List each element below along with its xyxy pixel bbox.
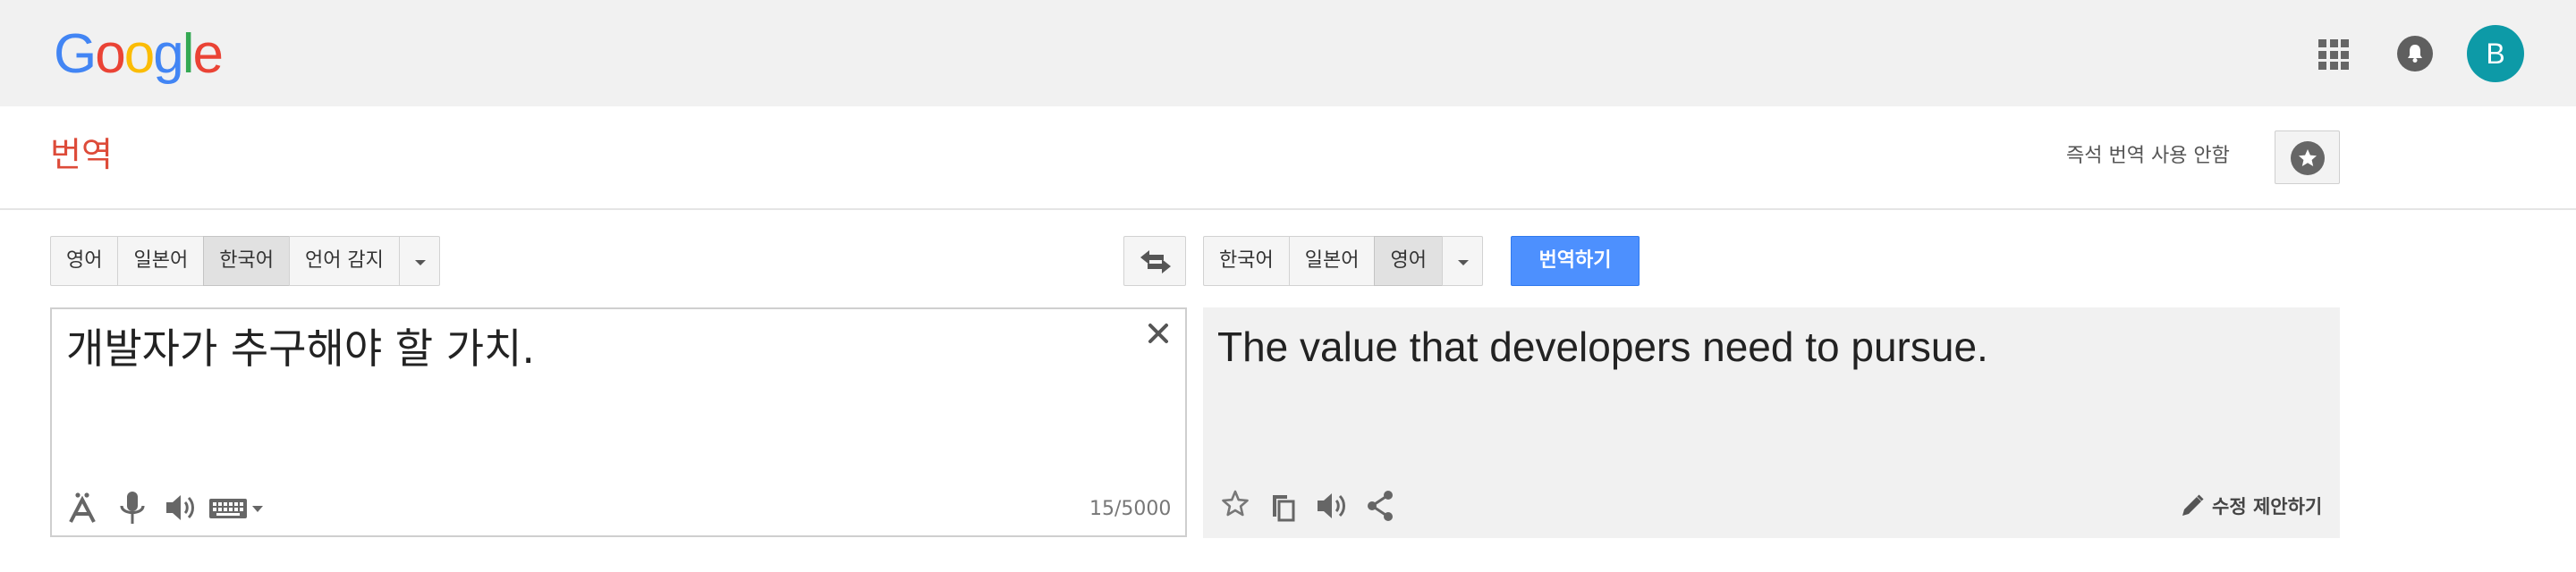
target-lang-korean[interactable]: 한국어 — [1203, 236, 1290, 286]
speaker-icon[interactable] — [1314, 486, 1350, 526]
source-lang-korean[interactable]: 한국어 — [203, 236, 290, 286]
logo-letter: e — [192, 23, 224, 85]
copy-icon[interactable] — [1267, 486, 1300, 526]
top-bar: Google B — [0, 0, 2576, 106]
logo-letter: o — [123, 23, 156, 85]
header-divider — [0, 208, 2576, 210]
apps-grid-icon[interactable] — [2318, 39, 2349, 70]
translated-text: The value that developers need to pursue… — [1217, 324, 1988, 370]
chevron-down-icon — [414, 260, 426, 265]
target-language-bar: 한국어 일본어 영어 — [1203, 236, 1483, 286]
saved-phrases-button[interactable] — [2275, 130, 2340, 184]
close-icon[interactable] — [1145, 320, 1172, 347]
instant-translation-toggle[interactable]: 즉석 번역 사용 안함 — [2066, 143, 2230, 170]
source-lang-dropdown[interactable] — [398, 236, 440, 286]
logo-letter: l — [182, 23, 195, 85]
logo-letter: g — [153, 23, 184, 85]
character-count: 15/5000 — [1089, 498, 1172, 520]
page-title: 번역 — [50, 135, 113, 174]
share-icon[interactable] — [1364, 486, 1396, 526]
keyboard-icon[interactable] — [208, 488, 270, 527]
target-lang-english[interactable]: 영어 — [1374, 236, 1443, 286]
speaker-icon[interactable] — [163, 488, 199, 527]
logo-letter: G — [54, 23, 97, 85]
source-text-area[interactable]: 개발자가 추구해야 할 가치. 15/5000 — [50, 307, 1187, 537]
microphone-icon[interactable] — [116, 488, 148, 527]
bell-icon[interactable] — [2397, 36, 2433, 72]
google-logo[interactable]: Google — [54, 23, 224, 85]
target-lang-dropdown[interactable] — [1441, 236, 1483, 286]
swap-languages-icon — [1140, 250, 1171, 273]
source-lang-detect[interactable]: 언어 감지 — [288, 236, 400, 286]
swap-languages-button[interactable] — [1123, 236, 1186, 286]
pencil-icon — [2182, 494, 2204, 516]
source-language-bar: 영어 일본어 한국어 언어 감지 — [50, 236, 440, 286]
avatar[interactable]: B — [2467, 25, 2524, 82]
font-icon[interactable] — [68, 488, 100, 527]
star-outline-icon[interactable] — [1219, 486, 1251, 526]
source-text[interactable]: 개발자가 추구해야 할 가치. — [66, 322, 535, 375]
translation-result-panel: The value that developers need to pursue… — [1203, 307, 2340, 538]
chevron-down-icon — [1457, 260, 1469, 265]
source-lang-japanese[interactable]: 일본어 — [117, 236, 205, 286]
target-lang-japanese[interactable]: 일본어 — [1288, 236, 1376, 286]
suggest-edit-label: 수정 제안하기 — [2212, 496, 2323, 517]
translate-button[interactable]: 번역하기 — [1511, 236, 1640, 286]
suggest-edit-button[interactable]: 수정 제안하기 — [2180, 492, 2322, 520]
logo-letter: o — [95, 23, 126, 85]
source-lang-english[interactable]: 영어 — [50, 236, 119, 286]
